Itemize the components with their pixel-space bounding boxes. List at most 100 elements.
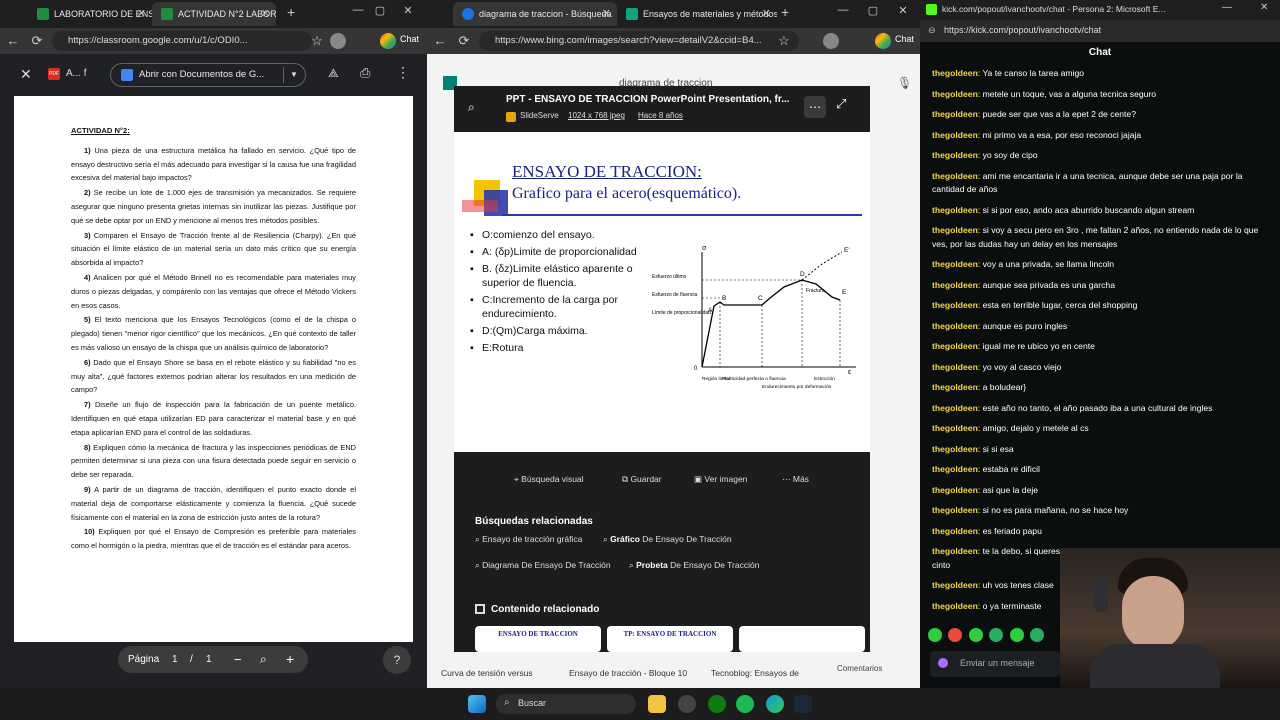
related-thumbnail[interactable]: TP: ENSAYO DE TRACCION — [607, 626, 733, 652]
emote-icon[interactable] — [928, 628, 942, 642]
chat-username[interactable]: thegoldeen — [932, 341, 978, 351]
chat-username[interactable]: thegoldeen — [932, 362, 978, 372]
related-search-chip[interactable]: ⌕ Probeta De Ensayo De Tracción — [629, 560, 759, 571]
chat-username[interactable]: thegoldeen — [932, 580, 978, 590]
more-icon[interactable]: ⋯ — [804, 96, 826, 118]
edge-icon[interactable] — [766, 695, 784, 713]
emote-icon[interactable] — [948, 628, 963, 642]
zoom-icon[interactable]: ⌕ — [260, 646, 267, 673]
expand-icon[interactable]: ⤢ — [836, 96, 846, 112]
overlay-action[interactable]: ⋯ Más — [782, 474, 809, 485]
avatar[interactable] — [823, 33, 839, 49]
close-tab-icon[interactable]: ✕ — [602, 2, 611, 26]
copilot-icon[interactable] — [875, 33, 891, 49]
chat-username[interactable]: thegoldeen — [932, 403, 978, 413]
chat-username[interactable]: thegoldeen — [932, 171, 978, 181]
chat-username[interactable]: thegoldeen — [932, 300, 978, 310]
start-button[interactable] — [468, 695, 486, 713]
caption[interactable]: Tecnoblog: Ensayos de — [711, 668, 799, 678]
chat-username[interactable]: thegoldeen — [932, 464, 978, 474]
reload-icon[interactable]: ⟳ — [28, 32, 46, 50]
chat-username[interactable]: thegoldeen — [932, 601, 978, 611]
chat-username[interactable]: thegoldeen — [932, 526, 978, 536]
slide-image[interactable]: ENSAYO DE TRACCION: Grafico para el acer… — [454, 132, 870, 452]
chat-username[interactable]: thegoldeen — [932, 382, 978, 392]
chat-username[interactable]: thegoldeen — [932, 205, 978, 215]
address-bar[interactable]: https://classroom.google.com/u/1/c/ODI0.… — [52, 31, 312, 51]
page-current[interactable]: 1 — [172, 646, 178, 673]
steam-icon[interactable] — [794, 695, 812, 713]
chat-username[interactable]: thegoldeen — [932, 546, 978, 556]
chat-username[interactable]: thegoldeen — [932, 505, 978, 515]
minimize-button[interactable]: — — [835, 4, 851, 16]
tab-ensayos[interactable]: Ensayos de materiales y métodos ✕ — [617, 2, 777, 26]
chat-input[interactable]: Enviar un mensaje — [930, 651, 1060, 677]
tab-laboratorio[interactable]: LABORATORIO DE ENSAY ✕ — [28, 2, 152, 26]
chat-username[interactable]: thegoldeen — [932, 485, 978, 495]
back-icon[interactable]: ← — [4, 32, 22, 50]
chat-username[interactable]: thegoldeen — [932, 109, 978, 119]
microphone-icon[interactable]: 🎙 — [897, 76, 912, 90]
caption[interactable]: Curva de tensión versus — [441, 668, 533, 678]
chat-username[interactable]: thegoldeen — [932, 423, 978, 433]
chat-username[interactable]: thegoldeen — [932, 321, 978, 331]
print-icon[interactable]: ⎙ — [360, 65, 370, 81]
avatar[interactable] — [330, 33, 346, 49]
close-window-button[interactable]: ✕ — [1260, 2, 1268, 13]
feedback-link[interactable]: Comentarios — [837, 664, 882, 673]
image-source[interactable]: SlideServe — [520, 111, 559, 120]
minimize-button[interactable]: — — [1222, 2, 1232, 13]
emote-icon[interactable] — [968, 628, 983, 642]
steam-like-icon[interactable] — [678, 695, 696, 713]
add-shortcut-icon[interactable]: ⟁ — [328, 66, 339, 81]
new-tab-button[interactable]: + — [287, 4, 295, 20]
maximize-button[interactable]: ▢ — [865, 4, 881, 17]
related-search-chip[interactable]: ⌕ Diagrama De Ensayo De Tracción — [475, 560, 611, 571]
favorites-icon[interactable]: ☆ — [308, 32, 326, 50]
caption[interactable]: Ensayo de tracción - Bloque 10 — [569, 668, 687, 678]
close-viewer-icon[interactable]: ✕ — [20, 66, 32, 83]
related-thumbnail[interactable]: ENSAYO DE TRACCION — [475, 626, 601, 652]
related-thumbnail[interactable] — [739, 626, 865, 652]
overlay-action[interactable]: ⌖ Búsqueda visual — [514, 474, 584, 485]
chat-username[interactable]: thegoldeen — [932, 259, 978, 269]
chat-username[interactable]: thegoldeen — [932, 150, 978, 160]
copilot-icon[interactable] — [380, 33, 396, 49]
maximize-button[interactable]: ▢ — [372, 4, 388, 17]
zoom-in-icon[interactable]: + — [286, 646, 294, 673]
minimize-button[interactable]: — — [350, 4, 366, 16]
site-info-icon[interactable]: ⊖ — [928, 25, 936, 36]
close-window-button[interactable]: ✕ — [400, 4, 416, 17]
xbox-icon[interactable] — [708, 695, 726, 713]
taskbar-search[interactable]: ⌕ Buscar — [496, 694, 636, 714]
emote-icon[interactable] — [989, 628, 1004, 642]
open-with-button[interactable]: Abrir con Documentos de G... ▼ — [110, 63, 306, 87]
overlay-action[interactable]: ▣ Ver imagen — [694, 474, 747, 485]
chat-label[interactable]: Chat — [895, 34, 914, 44]
chat-username[interactable]: thegoldeen — [932, 68, 978, 78]
chat-username[interactable]: thegoldeen — [932, 444, 978, 454]
help-icon[interactable]: ? — [383, 646, 411, 674]
chat-label[interactable]: Chat — [400, 34, 419, 44]
image-title[interactable]: PPT - ENSAYO DE TRACCION PowerPoint Pres… — [506, 94, 790, 105]
reload-icon[interactable]: ⟳ — [455, 32, 473, 50]
more-options-icon[interactable]: ⋮ — [396, 64, 410, 81]
zoom-out-icon[interactable]: − — [234, 646, 242, 673]
close-tab-icon[interactable]: ✕ — [762, 2, 771, 26]
close-tab-icon[interactable]: ✕ — [261, 2, 270, 26]
address-bar[interactable]: https://www.bing.com/images/search?view=… — [479, 31, 799, 51]
emote-icon[interactable] — [1009, 628, 1024, 642]
chat-username[interactable]: thegoldeen — [932, 225, 978, 235]
close-tab-icon[interactable]: ✕ — [137, 2, 146, 26]
spotify-icon[interactable] — [736, 695, 754, 713]
related-search-chip[interactable]: ⌕ Ensayo de tracción gráfica — [475, 534, 582, 545]
search-icon[interactable]: ⌕ — [468, 100, 475, 115]
close-window-button[interactable]: ✕ — [895, 4, 911, 17]
chat-url[interactable]: https://kick.com/popout/ivanchootv/chat — [944, 25, 1101, 35]
back-icon[interactable]: ← — [431, 32, 449, 50]
chat-username[interactable]: thegoldeen — [932, 280, 978, 290]
new-tab-button[interactable]: + — [781, 4, 789, 20]
chat-username[interactable]: thegoldeen — [932, 130, 978, 140]
tab-bing-search[interactable]: diagrama de traccion - Búsqueda ✕ — [453, 2, 617, 26]
favorites-icon[interactable]: ☆ — [775, 32, 793, 50]
